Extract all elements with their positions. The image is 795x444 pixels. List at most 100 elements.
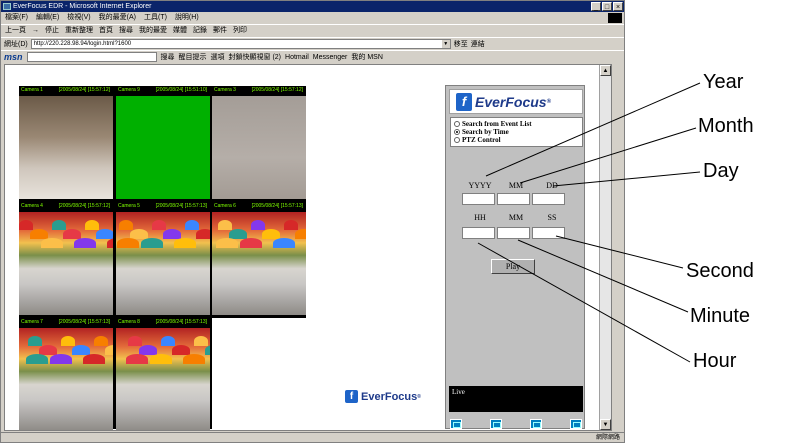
msn-popup-blocker-button[interactable]: 封鎖快顯視窗 (2) — [229, 52, 282, 62]
vertical-scrollbar[interactable]: ▲ ▼ — [599, 65, 611, 430]
menu-view[interactable]: 檢視(V) — [67, 12, 90, 23]
umbrella-shape — [141, 238, 163, 248]
menu-help[interactable]: 說明(H) — [175, 12, 199, 23]
mode-by-time[interactable]: Search by Time — [454, 128, 579, 136]
umbrella-shape — [61, 336, 75, 346]
umbrella-shape — [161, 336, 175, 346]
menu-edit[interactable]: 編輯(E) — [36, 12, 59, 23]
go-button[interactable]: 移至 — [454, 39, 468, 49]
umbrella-shape — [196, 229, 210, 239]
radio-button[interactable] — [454, 121, 460, 127]
umbrella-shape — [152, 220, 166, 230]
year-header: YYYY — [468, 181, 492, 190]
umbrella-shape — [194, 336, 208, 346]
refresh-button[interactable]: 重新整理 — [65, 25, 93, 36]
mode-ptz-control[interactable]: PTZ Control — [454, 136, 579, 144]
day-input[interactable] — [532, 193, 565, 205]
umbrella-shape — [105, 345, 113, 355]
menu-favorites[interactable]: 我的最愛(A) — [99, 12, 136, 23]
search-button[interactable]: 搜尋 — [119, 25, 133, 36]
mode-label: Search from Event List — [462, 120, 532, 128]
nine-view-icon[interactable] — [530, 419, 542, 429]
month-input[interactable] — [497, 193, 530, 205]
camera-timestamp: [2005/08/24] [15:57:13] — [251, 203, 303, 209]
msn-search-input[interactable] — [26, 52, 157, 62]
print-button[interactable]: 列印 — [233, 25, 247, 36]
mail-button[interactable]: 郵件 — [213, 25, 227, 36]
address-url: http://220.228.98.94/login.html?1600 — [33, 40, 132, 47]
title-bar: EverFocus EDR - Microsoft Internet Explo… — [1, 1, 624, 12]
umbrella-shape — [41, 238, 63, 248]
msn-messenger-button[interactable]: Messenger — [313, 54, 348, 61]
umbrella-shape — [174, 238, 196, 248]
msn-search-button[interactable]: 搜尋 — [161, 52, 175, 62]
msn-highlight-button[interactable]: 醒目提示 — [179, 52, 207, 62]
scroll-down-icon[interactable]: ▼ — [600, 419, 611, 430]
umbrella-shape — [83, 354, 105, 364]
play-button[interactable]: Play — [491, 259, 535, 274]
msn-hotmail-button[interactable]: Hotmail — [285, 54, 309, 61]
umbrella-shape — [52, 220, 66, 230]
camera-tile-1[interactable]: Camera 1 [2005/08/24] [15:57:12] — [19, 86, 113, 199]
callout-day: Day — [703, 160, 739, 182]
scroll-up-icon[interactable]: ▲ — [600, 65, 611, 76]
callout-hour: Hour — [693, 350, 737, 372]
everfocus-brand-text: EverFocus — [361, 390, 418, 403]
maximize-button[interactable]: □ — [602, 2, 612, 11]
camera-tile-7[interactable]: Camera 7 [2005/08/24] [15:57:13] — [19, 318, 113, 430]
minimize-button[interactable]: _ — [591, 2, 601, 11]
camera-label: Camera 3 — [214, 87, 236, 93]
callout-minute: Minute — [690, 305, 751, 327]
date-headers: YYYY MM DD — [462, 181, 570, 190]
minute-input[interactable] — [497, 227, 530, 239]
hour-input[interactable] — [462, 227, 495, 239]
address-input[interactable]: http://220.228.98.94/login.html?1600 ▼ — [30, 38, 451, 49]
msn-my-msn-button[interactable]: 我的 MSN — [351, 52, 383, 62]
media-button[interactable]: 媒體 — [173, 25, 187, 36]
umbrella-shape — [19, 220, 33, 230]
camera-view — [19, 212, 113, 315]
full-view-icon[interactable] — [570, 419, 582, 429]
umbrella-shape — [50, 354, 72, 364]
camera-view — [116, 328, 210, 430]
address-dropdown-icon[interactable]: ▼ — [441, 39, 450, 48]
msn-logo[interactable]: msn — [4, 52, 23, 62]
links-button[interactable]: 連結 — [471, 39, 485, 49]
window-controls: _ □ × — [591, 2, 623, 11]
umbrella-shape — [26, 354, 48, 364]
single-view-icon[interactable] — [450, 419, 462, 429]
umbrella-shape — [150, 354, 172, 364]
camera-timestamp: [2005/08/24] [15:57:12] — [251, 87, 303, 93]
status-bar: 網際網路 — [1, 432, 624, 443]
second-input[interactable] — [532, 227, 565, 239]
camera-tile-3[interactable]: Camera 3 [2005/08/24] [15:57:12] — [212, 86, 306, 199]
camera-tile-6[interactable]: Camera 6 [2005/08/24] [15:57:13] — [212, 202, 306, 315]
everfocus-mark-icon: f — [456, 92, 472, 111]
umbrella-shape — [240, 238, 262, 248]
security-zone: 網際網路 — [595, 435, 620, 441]
camera-tile-4[interactable]: Camera 4 [2005/08/24] [15:57:12] — [19, 202, 113, 315]
menu-tools[interactable]: 工具(T) — [144, 12, 167, 23]
layout-buttons — [450, 419, 582, 429]
quad-view-icon[interactable] — [490, 419, 502, 429]
year-input[interactable] — [462, 193, 495, 205]
camera-timestamp: [2005/08/24] [15:57:13] — [58, 319, 110, 325]
close-button[interactable]: × — [613, 2, 623, 11]
back-button[interactable]: 上一頁 — [5, 25, 26, 36]
control-panel: f EverFocus ® Search from Event List Sear… — [445, 85, 585, 429]
radio-button[interactable] — [454, 129, 460, 135]
home-button[interactable]: 首頁 — [99, 25, 113, 36]
forward-button[interactable]: → — [32, 25, 39, 36]
camera-tile-8[interactable]: Camera 8 [2005/08/24] [15:57:13] — [116, 318, 210, 430]
day-header: DD — [546, 181, 558, 190]
msn-options-button[interactable]: 選項 — [211, 52, 225, 62]
camera-tile-5[interactable]: Camera 5 [2005/08/24] [15:57:13] — [116, 202, 210, 315]
camera-tile-9[interactable]: Camera 9 [2005/08/24] [15:51:10] — [116, 86, 210, 199]
mode-event-list[interactable]: Search from Event List — [454, 120, 579, 128]
history-button[interactable]: 記錄 — [193, 25, 207, 36]
favorites-button[interactable]: 我的最愛 — [139, 25, 167, 36]
umbrella-shape — [72, 345, 90, 355]
stop-button[interactable]: 停止 — [45, 25, 59, 36]
radio-button[interactable] — [454, 137, 460, 143]
menu-file[interactable]: 檔案(F) — [5, 12, 28, 23]
